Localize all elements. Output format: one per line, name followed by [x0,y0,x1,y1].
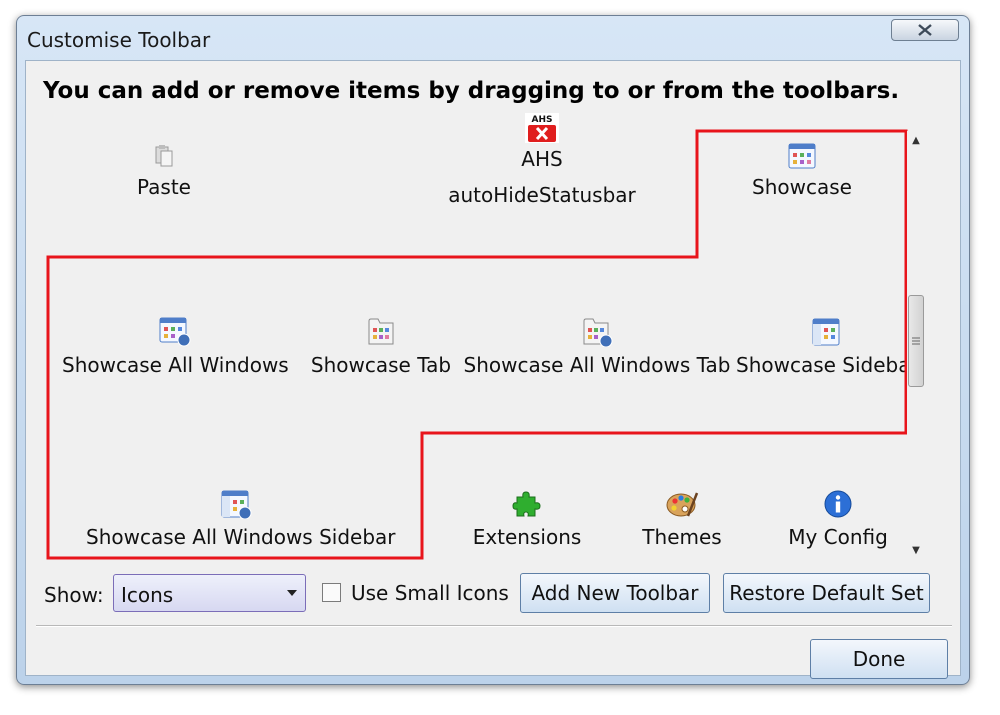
palette-scrollbar[interactable]: ▲ ▼ [907,131,925,559]
dropdown-arrow-icon [287,590,297,596]
palette-item-showcase-all-windows[interactable]: Showcase All Windows [62,317,289,377]
palette-item-sublabel: autoHideStatusbar [448,183,636,207]
palette-item-showcase-all-windows-sidebar[interactable]: Showcase All Windows Sidebar [86,489,396,549]
palette-item-label: Showcase [752,175,852,199]
palette-item-label: AHS [521,147,563,171]
palette-item-label: Showcase Sidebar [736,353,919,377]
palette-item-ahs[interactable]: AHS AHS autoHideStatusbar [422,113,662,207]
use-small-icons-label: Use Small Icons [351,581,509,605]
palette-item-label: Themes [642,525,722,549]
showcase-sidebar-icon [812,318,840,346]
palette-item-label: Showcase All Windows Sidebar [86,525,396,549]
palette-item-showcase-sidebar[interactable]: Showcase Sidebar [736,317,919,377]
info-icon [824,490,852,518]
showcase-all-windows-sidebar-icon [221,490,252,519]
palette-item-label: Showcase All Windows Tab [463,353,731,377]
palette-item-showcase-tab[interactable]: Showcase Tab [296,317,466,377]
palette-item-label: Paste [137,175,191,199]
toolbar-item-palette: Paste AHS AHS autoHideStatusbar Showcase… [26,61,962,561]
close-icon [918,24,932,36]
showcase-all-windows-icon [159,317,191,347]
done-button[interactable]: Done [810,639,948,679]
ahs-icon-text: AHS [532,115,553,125]
grip-icon [912,337,920,345]
palette-item-showcase-all-windows-tab[interactable]: Showcase All Windows Tab [462,317,732,377]
show-select[interactable]: Icons [113,574,306,612]
divider-highlight [36,626,952,627]
palette-item-themes[interactable]: Themes [622,489,742,549]
palette-item-label: My Config [788,525,888,549]
add-new-toolbar-button[interactable]: Add New Toolbar [520,573,710,613]
palette-item-showcase[interactable]: Showcase [732,143,872,199]
palette-item-paste[interactable]: Paste [114,143,214,199]
paste-icon [155,145,173,167]
checkbox-box[interactable] [322,583,341,602]
showcase-icon [788,143,816,169]
palette-item-extensions[interactable]: Extensions [452,489,602,549]
scroll-down-arrow[interactable]: ▼ [907,541,925,559]
scroll-up-arrow[interactable]: ▲ [907,131,925,149]
palette-item-label: Showcase Tab [310,353,452,377]
palette-item-my-config[interactable]: My Config [768,489,908,549]
dialog-content: You can add or remove items by dragging … [25,60,962,679]
showcase-tab-icon [368,318,394,345]
palette-item-label: Extensions [472,525,582,549]
options-row: Show: Icons Use Small Icons Add New Tool… [26,569,962,619]
customise-toolbar-dialog: Customise Toolbar You can add or remove … [16,15,970,685]
show-select-value: Icons [121,583,174,607]
palette-item-label: Showcase All Windows [62,353,289,377]
restore-default-set-button[interactable]: Restore Default Set [723,573,930,613]
ahs-icon: AHS [525,113,559,143]
showcase-all-windows-tab-icon [583,318,613,347]
palette-icon [666,492,699,517]
scroll-thumb[interactable] [908,295,924,387]
window-title: Customise Toolbar [27,28,211,52]
show-label: Show: [44,583,104,607]
close-button[interactable] [891,19,959,41]
puzzle-icon [512,491,541,517]
